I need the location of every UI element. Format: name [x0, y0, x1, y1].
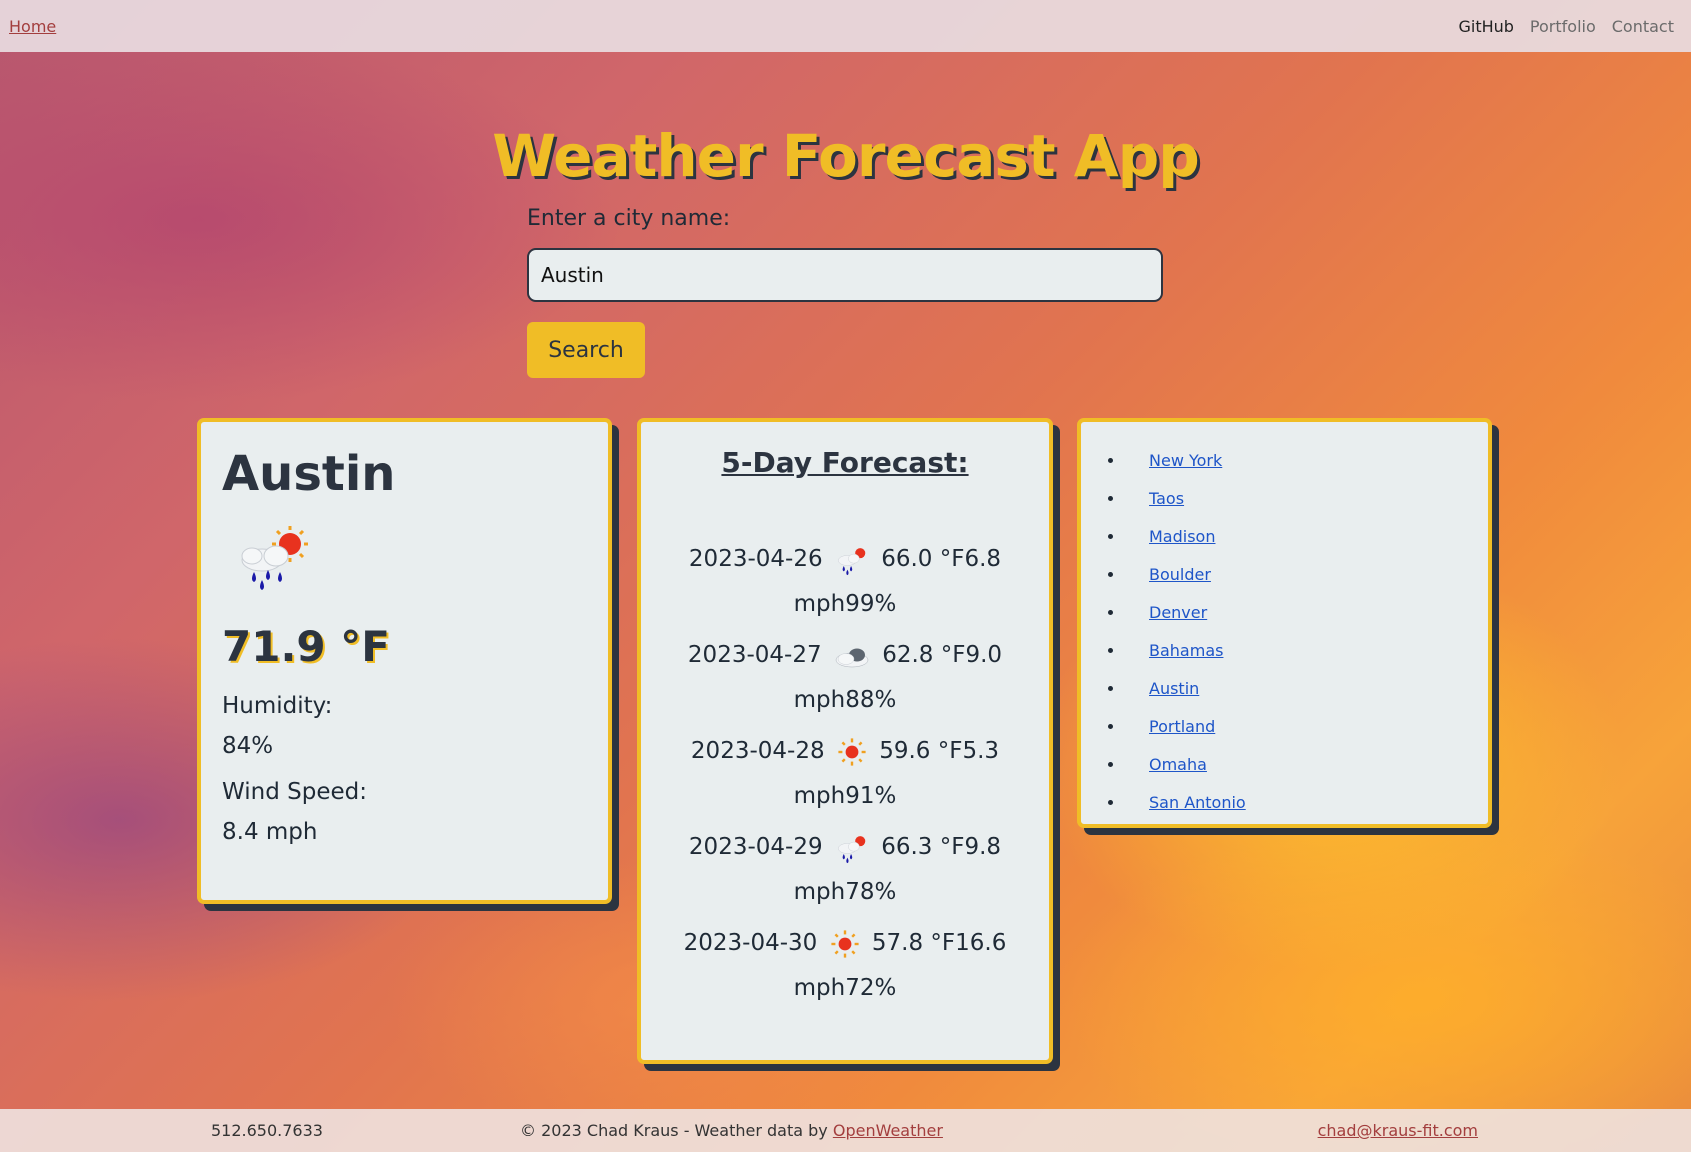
cloud-icon: [835, 648, 869, 667]
footer-copyright: © 2023 Chad Kraus - Weather data by Open…: [520, 1121, 943, 1140]
history-item: San Antonio: [1125, 784, 1464, 822]
history-item: Boulder: [1125, 556, 1464, 594]
forecast-details: 66.0 °F6.8 mph99%: [793, 546, 1002, 617]
history-link-san-antonio[interactable]: San Antonio: [1149, 793, 1246, 812]
page-title: Weather Forecast App: [492, 122, 1199, 190]
history-link-omaha[interactable]: Omaha: [1149, 755, 1207, 774]
history-item: New York: [1125, 442, 1464, 480]
city-input-label: Enter a city name:: [527, 206, 731, 231]
wind-speed-label: Wind Speed:: [222, 779, 367, 805]
forecast-date: 2023-04-26: [688, 546, 823, 572]
forecast-date: 2023-04-27: [687, 642, 822, 668]
footer-phone: 512.650.7633: [211, 1121, 323, 1140]
forecast-details: 66.3 °F9.8 mph78%: [793, 834, 1002, 905]
history-link-austin[interactable]: Austin: [1149, 679, 1199, 698]
history-link-boulder[interactable]: Boulder: [1149, 565, 1211, 584]
humidity-value: 84%: [222, 733, 274, 759]
history-item: Omaha: [1125, 746, 1464, 784]
current-temperature: 71.9 °F: [222, 622, 390, 671]
rain-sun-icon: [232, 524, 312, 594]
search-button[interactable]: Search: [527, 322, 645, 378]
sun-icon: [830, 929, 859, 958]
history-link-taos[interactable]: Taos: [1149, 489, 1184, 508]
copyright-text: © 2023 Chad Kraus - Weather data by: [520, 1121, 833, 1140]
footer-email-link[interactable]: chad@kraus-fit.com: [1318, 1121, 1478, 1140]
forecast-date: 2023-04-30: [683, 930, 818, 956]
city-search-input[interactable]: [527, 248, 1163, 302]
history-link-denver[interactable]: Denver: [1149, 603, 1207, 622]
forecast-day: 2023-04-30 57.8 °F16.6 mph72%: [665, 921, 1025, 1011]
openweather-link[interactable]: OpenWeather: [833, 1121, 943, 1140]
history-link-madison[interactable]: Madison: [1149, 527, 1215, 546]
github-link[interactable]: GitHub: [1458, 17, 1513, 36]
home-link[interactable]: Home: [9, 17, 56, 36]
top-nav: Home GitHub Portfolio Contact: [0, 0, 1691, 52]
forecast-day: 2023-04-29 66.3 °F9.8 mph78%: [665, 825, 1025, 915]
forecast-date: 2023-04-28: [690, 738, 825, 764]
current-city-name: Austin: [222, 446, 396, 502]
forecast-day: 2023-04-26 66.0 °F6.8 mph99%: [665, 537, 1025, 627]
sun-icon: [838, 737, 866, 766]
history-item: Austin: [1125, 670, 1464, 708]
search-history-card: New York Taos Madison Boulder Denver Bah…: [1077, 418, 1492, 828]
forecast-day: 2023-04-28 59.6 °F5.3 mph91%: [665, 729, 1025, 819]
forecast-details: 59.6 °F5.3 mph91%: [793, 738, 1000, 809]
rain-sun-icon: [837, 547, 866, 575]
forecast-heading: 5-Day Forecast:: [721, 446, 969, 479]
forecast-details: 62.8 °F9.0 mph88%: [793, 642, 1003, 713]
history-item: Denver: [1125, 594, 1464, 632]
history-item: Portland: [1125, 708, 1464, 746]
wind-speed-value: 8.4 mph: [222, 819, 318, 845]
history-item: Bahamas: [1125, 632, 1464, 670]
history-item: Madison: [1125, 518, 1464, 556]
search-history-list: New York Taos Madison Boulder Denver Bah…: [1105, 442, 1464, 822]
forecast-days: 2023-04-26 66.0 °F6.8 mph99% 2023-04-27 …: [665, 537, 1025, 1011]
history-item: Taos: [1125, 480, 1464, 518]
humidity-label: Humidity:: [222, 693, 333, 719]
contact-link[interactable]: Contact: [1612, 17, 1674, 36]
current-weather-card: Austin 71.9 °F Humidity: 84% Wind Speed:…: [197, 418, 612, 904]
history-link-portland[interactable]: Portland: [1149, 717, 1215, 736]
forecast-day: 2023-04-27 62.8 °F9.0 mph88%: [665, 633, 1025, 723]
nav-links: GitHub Portfolio Contact: [1458, 17, 1682, 36]
history-link-bahamas[interactable]: Bahamas: [1149, 641, 1223, 660]
history-link-new-york[interactable]: New York: [1149, 451, 1222, 470]
forecast-date: 2023-04-29: [688, 834, 823, 860]
footer: 512.650.7633 © 2023 Chad Kraus - Weather…: [0, 1109, 1691, 1152]
forecast-card: 5-Day Forecast: 2023-04-26 66.0 °F6.8 mp…: [637, 418, 1053, 1064]
rain-sun-icon: [837, 835, 866, 863]
forecast-details: 57.8 °F16.6 mph72%: [793, 930, 1007, 1001]
portfolio-link[interactable]: Portfolio: [1530, 17, 1596, 36]
